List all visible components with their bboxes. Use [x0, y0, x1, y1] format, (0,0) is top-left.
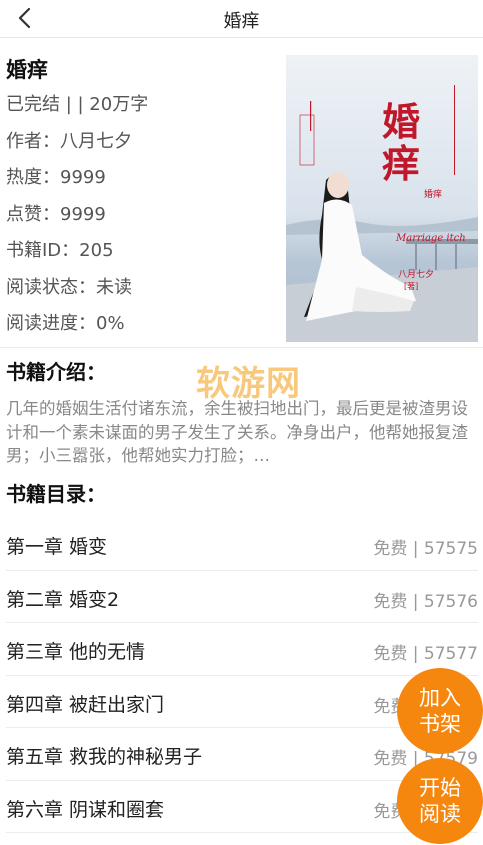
cover-title-char-1: 婚	[382, 99, 420, 144]
cover-side-text: 婚痒	[424, 188, 442, 200]
page-title: 婚痒	[223, 11, 260, 32]
book-id: 书籍ID：205	[6, 240, 114, 261]
book-info: 婚痒 已完结 | | 20万字 作者：八月七夕 热度：9999 点赞：9999 …	[6, 53, 276, 343]
chapter-meta: 免费 | 57575	[373, 539, 478, 559]
chapter-name: 第二章 婚变2	[6, 588, 120, 611]
book-status: 已完结 | | 20万字	[6, 94, 149, 115]
cover-author: 八月七夕	[398, 268, 434, 280]
chapter-meta: 免费 | 57576	[373, 591, 478, 612]
read-status: 阅读状态：未读	[6, 276, 132, 298]
toc-heading: 书籍目录：	[6, 482, 106, 506]
navbar: 婚痒	[0, 0, 483, 38]
read-progress: 阅读进度：0%	[6, 313, 125, 334]
divider	[0, 347, 483, 348]
chapter-meta: 免费 | 57577	[373, 644, 478, 664]
chapter-item[interactable]: 第一章 婚变 免费 | 57575	[6, 518, 478, 571]
start-reading-button[interactable]: 开始阅读	[397, 758, 483, 844]
start-reading-label: 开始阅读	[419, 776, 461, 826]
book-title: 婚痒	[6, 58, 48, 82]
chapter-name: 第五章 救我的神秘男子	[6, 746, 203, 768]
cover-author-suffix: [著]	[404, 281, 418, 291]
chapter-item[interactable]: 第二章 婚变2 免费 | 57576	[6, 571, 478, 623]
chapter-name: 第三章 他的无情	[6, 641, 146, 663]
intro-text[interactable]: 几年的婚姻生活付诸东流，余生被扫地出门，最后更是被渣男设计和一个素未谋面的男子发…	[6, 397, 478, 468]
chapter-name: 第四章 被赶出家门	[6, 693, 165, 716]
book-popularity: 热度：9999	[6, 167, 106, 188]
add-to-shelf-button[interactable]: 加入书架	[397, 668, 483, 754]
book-likes: 点赞：9999	[6, 203, 106, 225]
add-to-shelf-label: 加入书架	[419, 686, 461, 736]
intro-heading: 书籍介绍：	[6, 360, 106, 384]
chapter-item[interactable]: 第三章 他的无情 免费 | 57577	[6, 623, 478, 676]
chapter-name: 第六章 阴谋和圈套	[6, 798, 165, 821]
cover-subtitle: Marriage itch	[395, 233, 466, 244]
chapter-name: 第一章 婚变	[6, 536, 108, 558]
book-author: 作者：八月七夕	[6, 130, 132, 152]
book-cover: 婚 痒 婚痒 Marriage itch 八月七夕 [著]	[286, 55, 478, 342]
cover-title-char-2: 痒	[382, 141, 420, 186]
